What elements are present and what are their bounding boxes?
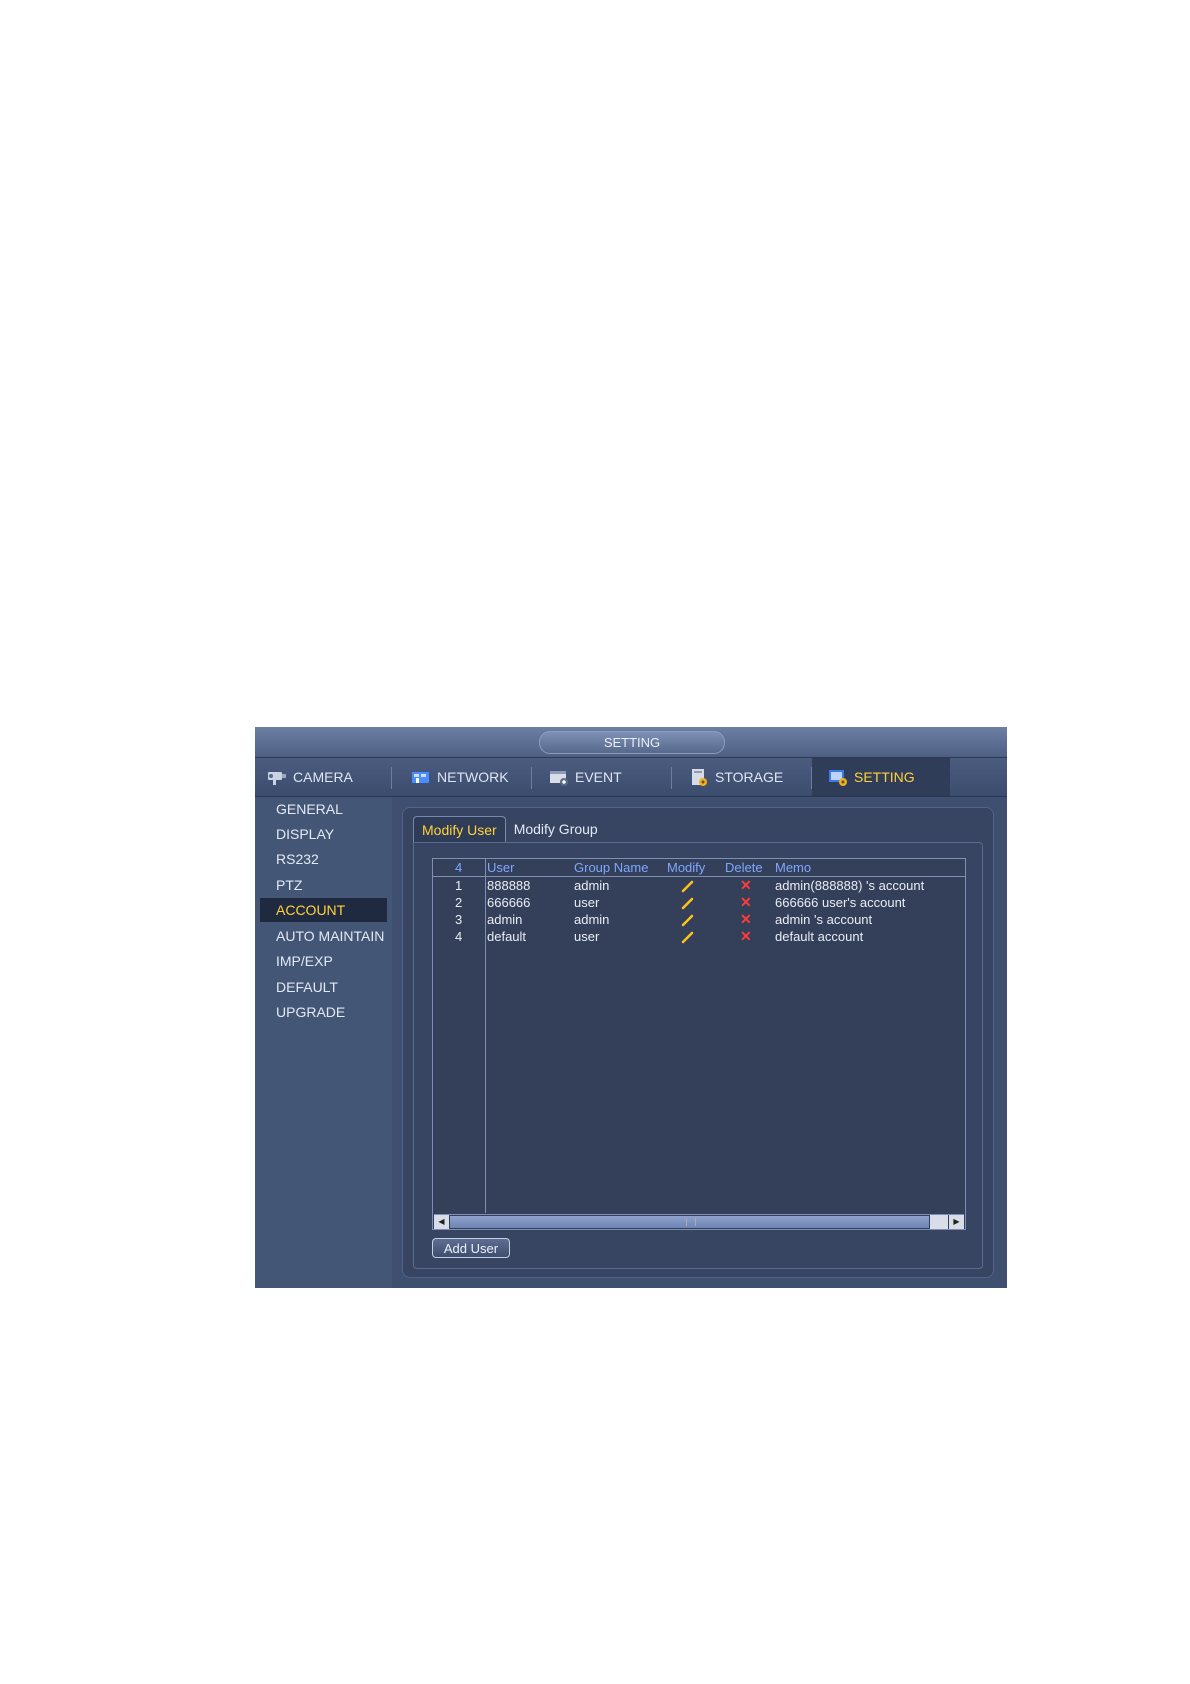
sidebar-item-rs232[interactable]: RS232 bbox=[260, 847, 387, 871]
scroll-track-end bbox=[930, 1215, 948, 1229]
sidebar-item-account[interactable]: ACCOUNT bbox=[260, 898, 387, 922]
row-user: 888888 bbox=[487, 878, 531, 893]
row-index: 4 bbox=[455, 929, 463, 944]
row-user: admin bbox=[487, 912, 523, 927]
tab-label: SETTING bbox=[854, 769, 915, 785]
row-group: user bbox=[574, 895, 600, 910]
tab-modify-group[interactable]: Modify Group bbox=[506, 816, 606, 842]
row-memo: default account bbox=[775, 929, 864, 944]
sidebar-item-upgrade[interactable]: UPGRADE bbox=[260, 1000, 387, 1024]
main-tab-bar: CAMERA NETWORK EVENT STORAGE SETTING bbox=[255, 758, 1007, 797]
modify-pencil-icon[interactable] bbox=[681, 894, 695, 911]
tab-divider bbox=[671, 767, 672, 789]
modify-pencil-icon[interactable] bbox=[681, 928, 695, 945]
header-delete: Delete bbox=[725, 860, 763, 875]
delete-x-icon[interactable]: ✕ bbox=[740, 894, 752, 911]
table-header: 4 User Group Name Modify Delete Memo bbox=[433, 859, 965, 877]
setting-icon bbox=[826, 767, 850, 787]
row-index: 2 bbox=[455, 895, 463, 910]
camera-icon bbox=[265, 767, 289, 787]
tab-divider bbox=[531, 767, 532, 789]
sidebar-item-ptz[interactable]: PTZ bbox=[260, 873, 387, 897]
sidebar-item-display[interactable]: DISPLAY bbox=[260, 822, 387, 846]
dvr-setting-window: SETTING CAMERA NETWORK EVENT STORAGE SET… bbox=[255, 727, 1007, 1288]
table-row[interactable]: 4 default user ✕ default account bbox=[433, 928, 965, 945]
table-row[interactable]: 2 666666 user ✕ 666666 user's account bbox=[433, 894, 965, 911]
user-table: 4 User Group Name Modify Delete Memo 1 8… bbox=[432, 858, 966, 1230]
row-memo: admin 's account bbox=[775, 912, 873, 927]
row-user: default bbox=[487, 929, 527, 944]
sidebar-item-imp-exp[interactable]: IMP/EXP bbox=[260, 949, 387, 973]
header-user[interactable]: User bbox=[487, 859, 514, 876]
delete-x-icon[interactable]: ✕ bbox=[740, 911, 752, 928]
title-bar: SETTING bbox=[255, 727, 1007, 758]
account-panel: Modify User Modify Group 4 User Group Na… bbox=[402, 807, 994, 1278]
delete-x-icon[interactable]: ✕ bbox=[740, 928, 752, 945]
tab-event[interactable]: EVENT bbox=[547, 758, 665, 796]
tab-setting[interactable]: SETTING bbox=[812, 758, 950, 796]
header-modify: Modify bbox=[667, 860, 706, 875]
scroll-left-arrow-icon[interactable]: ◀ bbox=[434, 1215, 449, 1229]
sidebar-item-auto-maintain[interactable]: AUTO MAINTAIN bbox=[260, 924, 387, 948]
row-group: admin bbox=[574, 912, 610, 927]
modify-pencil-icon[interactable] bbox=[681, 911, 695, 928]
horizontal-scrollbar[interactable]: ◀ ▶ bbox=[434, 1214, 964, 1229]
sidebar-item-default[interactable]: DEFAULT bbox=[260, 975, 387, 999]
storage-icon bbox=[687, 767, 711, 787]
tab-divider bbox=[391, 767, 392, 789]
table-row[interactable]: 1 888888 admin ✕ admin(888888) 's accoun… bbox=[433, 877, 965, 894]
add-user-button[interactable]: Add User bbox=[432, 1238, 510, 1258]
row-index: 1 bbox=[455, 878, 463, 893]
row-group: user bbox=[574, 929, 600, 944]
row-group: admin bbox=[574, 878, 610, 893]
row-memo: 666666 user's account bbox=[775, 895, 906, 910]
row-index: 3 bbox=[455, 912, 463, 927]
row-memo: admin(888888) 's account bbox=[775, 878, 925, 893]
grip-icon bbox=[686, 1218, 696, 1226]
scroll-right-arrow-icon[interactable]: ▶ bbox=[949, 1215, 964, 1229]
network-icon bbox=[409, 767, 433, 787]
account-tabs: Modify User Modify Group bbox=[413, 816, 606, 843]
header-group-name[interactable]: Group Name bbox=[574, 859, 648, 876]
tab-modify-user[interactable]: Modify User bbox=[413, 816, 506, 843]
tab-label: STORAGE bbox=[715, 769, 784, 785]
tab-label: EVENT bbox=[575, 769, 622, 785]
table-row[interactable]: 3 admin admin ✕ admin 's account bbox=[433, 911, 965, 928]
tab-camera[interactable]: CAMERA bbox=[265, 758, 383, 796]
event-icon bbox=[547, 767, 571, 787]
window-title: SETTING bbox=[539, 731, 725, 754]
header-count: 4 bbox=[455, 860, 463, 875]
tab-label: NETWORK bbox=[437, 769, 509, 785]
tab-storage[interactable]: STORAGE bbox=[687, 758, 805, 796]
row-user: 666666 bbox=[487, 895, 531, 910]
modify-pencil-icon[interactable] bbox=[681, 877, 695, 894]
tab-network[interactable]: NETWORK bbox=[409, 758, 527, 796]
tab-label: CAMERA bbox=[293, 769, 353, 785]
delete-x-icon[interactable]: ✕ bbox=[740, 877, 752, 894]
scroll-thumb[interactable] bbox=[450, 1216, 929, 1228]
header-memo[interactable]: Memo bbox=[775, 859, 811, 876]
sidebar-item-general[interactable]: GENERAL bbox=[260, 797, 387, 821]
sidebar: GENERAL DISPLAY RS232 PTZ ACCOUNT AUTO M… bbox=[255, 797, 392, 1288]
